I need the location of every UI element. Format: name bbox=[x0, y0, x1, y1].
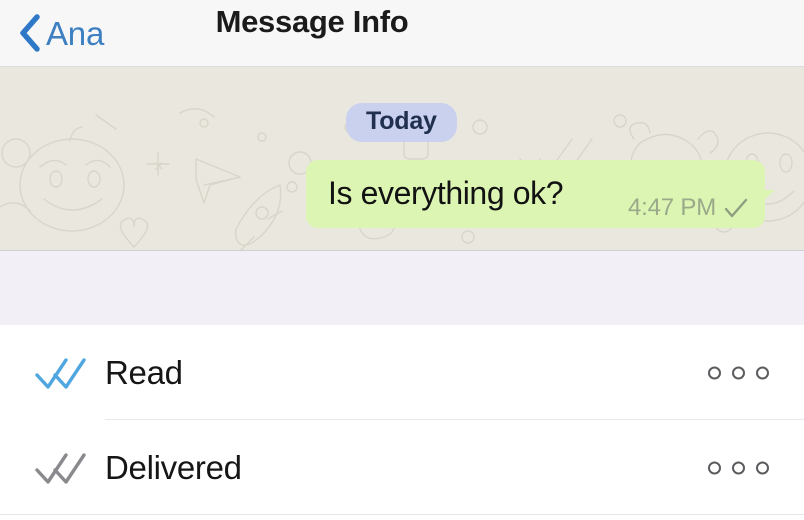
navigation-bar: Ana Message Info bbox=[0, 0, 804, 67]
single-check-icon bbox=[724, 198, 748, 218]
message-text: Is everything ok? bbox=[328, 175, 564, 211]
three-circles-icon[interactable] bbox=[708, 461, 769, 474]
date-separator-badge: Today bbox=[346, 103, 457, 142]
message-status-list: Read Delivered bbox=[0, 325, 804, 520]
section-gap-strip bbox=[0, 250, 804, 325]
circle-dot bbox=[708, 461, 721, 474]
double-check-gray-icon bbox=[35, 452, 86, 484]
circle-dot bbox=[732, 461, 745, 474]
circle-dot bbox=[732, 366, 745, 379]
message-timestamp: 4:47 PM bbox=[628, 194, 716, 221]
message-bubble[interactable]: Is everything ok? 4:47 PM bbox=[306, 160, 775, 228]
message-meta: 4:47 PM bbox=[628, 196, 749, 220]
list-bottom-divider bbox=[0, 514, 804, 515]
status-row-read[interactable]: Read bbox=[0, 325, 804, 420]
three-circles-icon[interactable] bbox=[708, 366, 769, 379]
status-row-read-label: Read bbox=[105, 354, 183, 391]
status-row-delivered-label: Delivered bbox=[105, 449, 242, 486]
chat-preview-area: Today Is everything ok? 4:47 PM bbox=[0, 67, 804, 250]
bubble-tail bbox=[762, 190, 775, 202]
circle-dot bbox=[756, 461, 769, 474]
circle-dot bbox=[756, 366, 769, 379]
double-check-blue-icon bbox=[35, 357, 86, 389]
page-title: Message Info bbox=[215, 4, 409, 39]
status-row-delivered[interactable]: Delivered bbox=[0, 420, 804, 515]
circle-dot bbox=[708, 366, 721, 379]
message-info-screen: Ana Message Info Today Is everything ok?… bbox=[0, 0, 804, 520]
